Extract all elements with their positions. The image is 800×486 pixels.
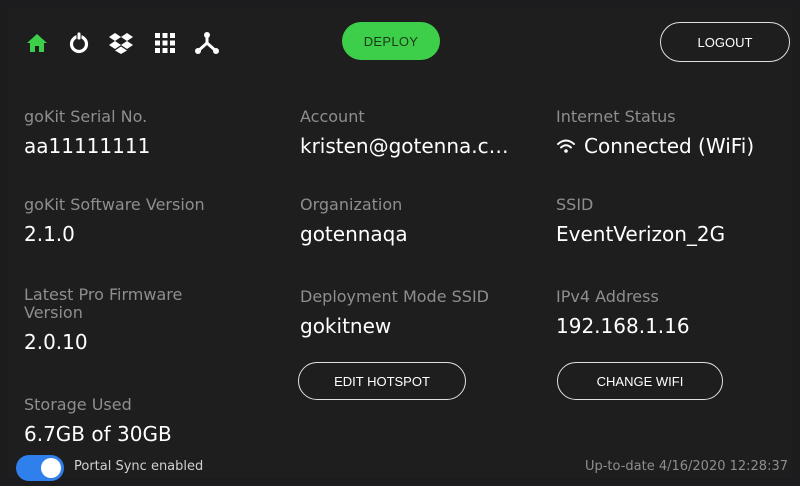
power-icon[interactable] (64, 28, 94, 58)
serial-field: goKit Serial No. aa11111111 (24, 107, 264, 159)
home-icon[interactable] (22, 28, 52, 58)
portal-sync-toggle[interactable] (16, 455, 64, 481)
deployment-ssid-field: Deployment Mode SSID gokitnew (300, 287, 540, 339)
internet-status-label: Internet Status (556, 107, 676, 126)
firmware-version-label: Latest Pro Firmware Version (24, 285, 183, 322)
app-frame: DEPLOY LOGOUT goKit Serial No. aa1111111… (8, 8, 792, 478)
software-version-value: 2.1.0 (24, 222, 75, 246)
account-label: Account (300, 107, 365, 126)
logout-button[interactable]: LOGOUT (660, 22, 790, 62)
storage-field: Storage Used 6.7GB of 30GB (24, 395, 264, 447)
portal-sync-label: Portal Sync enabled (74, 459, 204, 474)
serial-value: aa11111111 (24, 134, 151, 158)
deploy-button[interactable]: DEPLOY (342, 22, 440, 60)
wifi-icon (557, 139, 575, 153)
ssid-label: SSID (556, 195, 594, 214)
ipv4-value: 192.168.1.16 (556, 314, 690, 338)
organization-value: gotennaqa (300, 222, 408, 246)
software-version-field: goKit Software Version 2.1.0 (24, 195, 264, 247)
ssid-field: SSID EventVerizon_2G (556, 195, 796, 247)
top-bar: DEPLOY LOGOUT (8, 8, 792, 78)
software-version-label: goKit Software Version (24, 195, 205, 214)
serial-label: goKit Serial No. (24, 107, 148, 126)
edit-hotspot-button[interactable]: EDIT HOTSPOT (298, 362, 466, 400)
deployment-ssid-label: Deployment Mode SSID (300, 287, 489, 306)
update-status: Up-to-date 4/16/2020 12:28:37 (584, 459, 788, 474)
organization-field: Organization gotennaqa (300, 195, 540, 247)
internet-status-text: Connected (WiFi) (584, 134, 755, 158)
account-field: Account kristen@gotenna.c… (300, 107, 540, 159)
account-value: kristen@gotenna.c… (300, 134, 509, 158)
storage-value: 6.7GB of 30GB (24, 422, 172, 446)
change-wifi-button[interactable]: CHANGE WIFI (557, 362, 723, 400)
internet-status-field: Internet Status Connected (WiFi) (556, 107, 796, 159)
deployment-ssid-value: gokitnew (300, 314, 392, 338)
internet-status-value: Connected (WiFi) (556, 134, 796, 158)
ipv4-label: IPv4 Address (556, 287, 659, 306)
firmware-version-value: 2.0.10 (24, 330, 88, 354)
ipv4-field: IPv4 Address 192.168.1.16 (556, 287, 796, 339)
toggle-knob (41, 458, 61, 478)
ssid-value: EventVerizon_2G (556, 222, 726, 246)
organization-label: Organization (300, 195, 403, 214)
dropbox-icon[interactable] (106, 28, 136, 58)
grid-icon[interactable] (150, 28, 180, 58)
storage-label: Storage Used (24, 395, 132, 414)
network-icon[interactable] (192, 28, 222, 58)
firmware-version-field: Latest Pro Firmware Version 2.0.10 (24, 285, 204, 355)
